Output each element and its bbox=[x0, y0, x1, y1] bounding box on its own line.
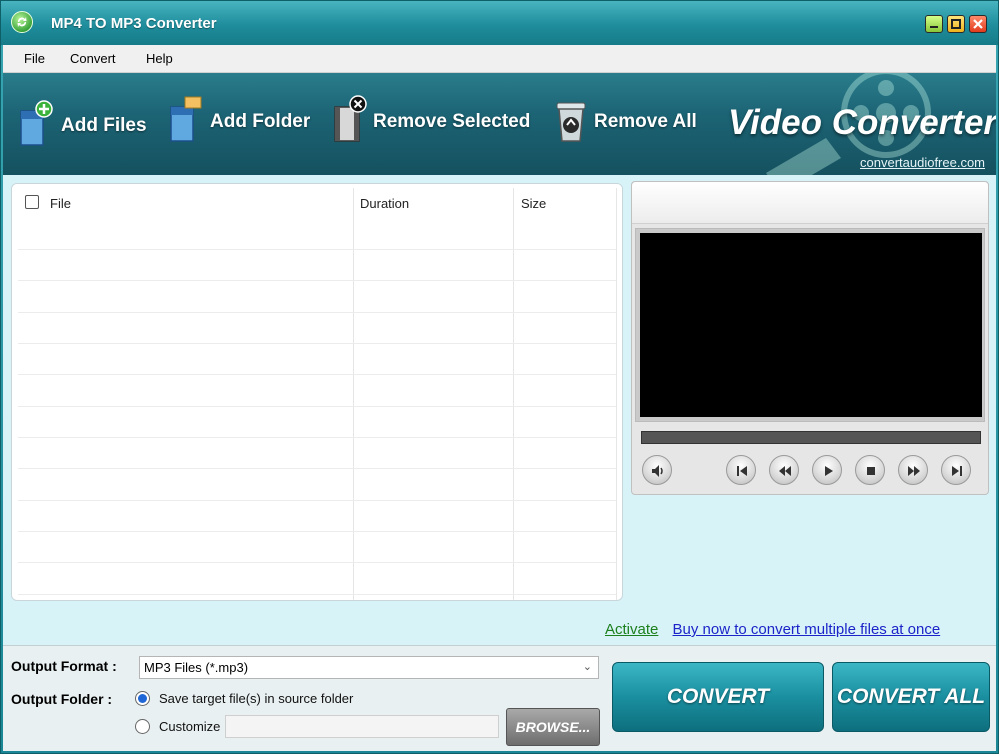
browse-button[interactable]: BROWSE... bbox=[506, 708, 600, 746]
buy-now-link[interactable]: Buy now to convert multiple files at onc… bbox=[673, 621, 941, 638]
skip-back-icon[interactable] bbox=[726, 455, 756, 485]
convert-selected-button[interactable]: CONVERT SELECTED bbox=[612, 662, 824, 754]
remove-selected-label: Remove Selected bbox=[373, 111, 531, 132]
recycle-bin-icon bbox=[556, 102, 586, 142]
source-folder-radio[interactable] bbox=[135, 691, 150, 706]
player-header bbox=[632, 182, 988, 224]
minimize-icon[interactable] bbox=[925, 15, 943, 33]
app-logo-icon bbox=[11, 11, 33, 33]
stop-icon[interactable] bbox=[855, 455, 885, 485]
menu-help[interactable]: Help bbox=[146, 51, 173, 66]
skip-forward-icon[interactable] bbox=[941, 455, 971, 485]
table-row bbox=[18, 374, 616, 375]
add-files-button[interactable]: Add Files bbox=[17, 99, 147, 149]
table-row bbox=[18, 249, 616, 250]
table-row bbox=[18, 312, 616, 313]
select-all-checkbox[interactable] bbox=[25, 195, 39, 209]
main-content: File Duration Size Activate Buy now to c… bbox=[3, 175, 996, 645]
media-player bbox=[631, 181, 989, 495]
column-header-duration[interactable]: Duration bbox=[360, 196, 409, 211]
add-files-label: Add Files bbox=[61, 115, 147, 136]
video-screen[interactable] bbox=[640, 233, 982, 417]
brand-website-link[interactable]: convertaudiofree.com bbox=[860, 155, 985, 170]
custom-folder-path-input[interactable] bbox=[225, 715, 499, 738]
brand-title: Video Converter bbox=[728, 103, 996, 142]
table-row bbox=[18, 562, 616, 563]
title-bar[interactable]: MP4 TO MP3 Converter bbox=[1, 1, 998, 45]
app-window: MP4 TO MP3 Converter File Convert Help A… bbox=[0, 0, 999, 754]
customize-option-label: Customize bbox=[159, 719, 221, 734]
add-file-icon bbox=[20, 100, 53, 146]
rewind-icon[interactable] bbox=[769, 455, 799, 485]
output-folder-label: Output Folder : bbox=[11, 691, 113, 707]
table-row bbox=[18, 531, 616, 532]
file-list-header: File Duration Size bbox=[12, 184, 622, 220]
column-header-size[interactable]: Size bbox=[521, 196, 546, 211]
add-folder-label: Add Folder bbox=[210, 111, 311, 132]
output-settings-panel: Output Format : MP3 Files (*.mp3) ⌄ Outp… bbox=[3, 645, 996, 754]
play-icon[interactable] bbox=[812, 455, 842, 485]
column-divider bbox=[616, 188, 617, 600]
output-format-label: Output Format : bbox=[11, 658, 117, 674]
menu-bar: File Convert Help bbox=[3, 45, 996, 73]
menu-file[interactable]: File bbox=[24, 51, 45, 66]
table-row bbox=[18, 406, 616, 407]
maximize-icon[interactable] bbox=[947, 15, 965, 33]
convert-all-button[interactable]: CONVERT ALL bbox=[832, 662, 990, 732]
remove-all-button[interactable]: Remove All bbox=[553, 95, 703, 145]
output-format-select[interactable]: MP3 Files (*.mp3) ⌄ bbox=[139, 656, 599, 679]
chevron-down-icon: ⌄ bbox=[582, 661, 592, 673]
file-list-table[interactable]: File Duration Size bbox=[11, 183, 623, 601]
activate-link[interactable]: Activate bbox=[605, 621, 658, 638]
fast-forward-icon[interactable] bbox=[898, 455, 928, 485]
add-folder-icon bbox=[170, 96, 202, 142]
remove-all-label: Remove All bbox=[594, 111, 697, 132]
table-row bbox=[18, 468, 616, 469]
close-icon[interactable] bbox=[969, 15, 987, 33]
table-row bbox=[18, 280, 616, 281]
remove-selected-icon bbox=[334, 95, 367, 142]
source-folder-option-label: Save target file(s) in source folder bbox=[159, 691, 354, 706]
window-title: MP4 TO MP3 Converter bbox=[51, 15, 217, 32]
output-format-value: MP3 Files (*.mp3) bbox=[144, 660, 249, 675]
table-row bbox=[18, 500, 616, 501]
remove-selected-button[interactable]: Remove Selected bbox=[331, 95, 541, 145]
table-row bbox=[18, 343, 616, 344]
toolbar: Add Files Add Folder Remove Selected Rem… bbox=[3, 73, 996, 175]
table-row bbox=[18, 437, 616, 438]
seek-bar[interactable] bbox=[641, 431, 981, 444]
add-folder-button[interactable]: Add Folder bbox=[167, 95, 317, 145]
customize-radio[interactable] bbox=[135, 719, 150, 734]
column-header-file[interactable]: File bbox=[50, 196, 71, 211]
menu-convert[interactable]: Convert bbox=[70, 51, 116, 66]
table-row bbox=[18, 594, 616, 595]
video-frame bbox=[635, 228, 985, 422]
promo-links: Activate Buy now to convert multiple fil… bbox=[605, 621, 940, 638]
volume-icon[interactable] bbox=[642, 455, 672, 485]
